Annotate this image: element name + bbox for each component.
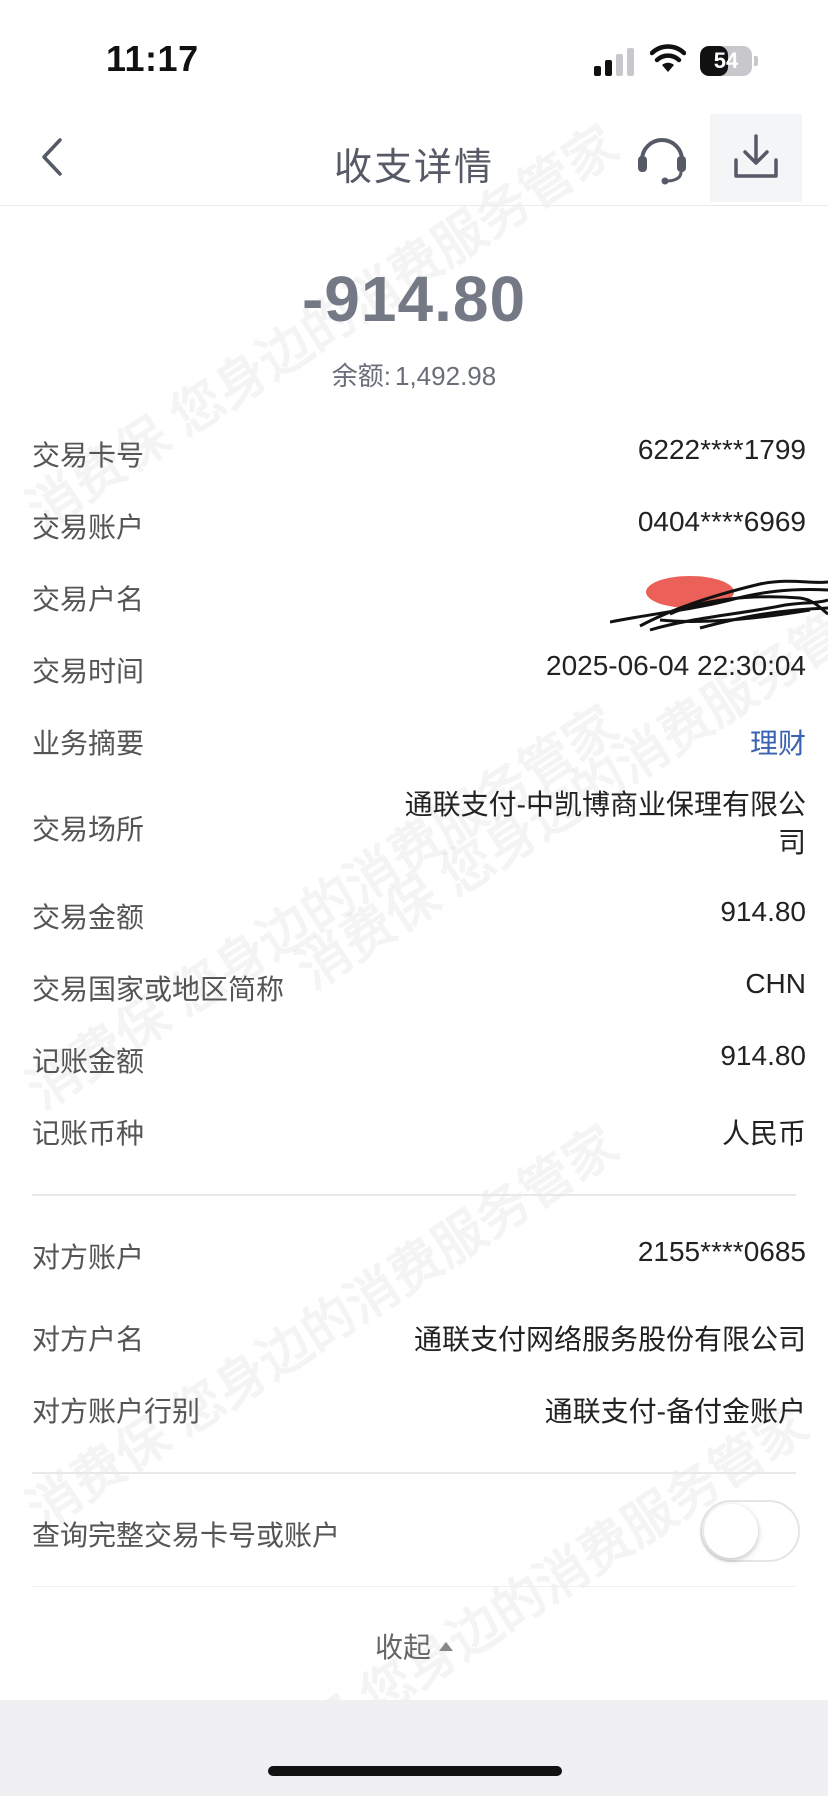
counterparty-label: 对方账户行别 [32,1396,201,1427]
battery-level: 54 [713,48,739,73]
collapse-button[interactable]: 收起 [0,1626,828,1666]
counterparty-value: 通联支付网络服务股份有限公司 [413,1324,806,1355]
business-type-link[interactable]: 理财 [750,722,806,762]
counterparty-row-name: 对方户名 通联支付网络服务股份有限公司 [32,1318,806,1358]
page-title: 收支详情 [333,147,494,189]
detail-value: 2025-06-04 22:30:04 [546,650,806,681]
section-divider [32,1586,796,1587]
detail-label: 记账币种 [32,1118,145,1149]
detail-value: 6222****1799 [637,434,806,465]
toggle-knob [704,1504,758,1558]
detail-label: 交易国家或地区简称 [32,974,285,1005]
transaction-amount: -914.80 [301,263,527,335]
detail-row-time: 交易时间 2025-06-04 22:30:04 [32,650,806,690]
detail-row-card-number: 交易卡号 6222****1799 [32,434,806,474]
wifi-icon [649,44,687,74]
detail-value: 914.80 [720,896,806,927]
detail-row-currency: 记账币种 人民币 [32,1112,806,1152]
detail-value: 0404****6969 [637,506,806,537]
signal-icon [594,48,636,76]
collapse-label: 收起 [374,1632,431,1663]
detail-row-summary: 业务摘要 理财 [32,722,806,762]
status-time: 11:17 [106,38,199,79]
detail-value: 人民币 [721,1118,806,1149]
query-full-number-row: 查询完整交易卡号或账户 [32,1514,806,1554]
bottom-bar [0,1700,828,1796]
detail-row-amount: 交易金额 914.80 [32,896,806,936]
detail-label: 交易卡号 [32,440,145,471]
counterparty-value: 通联支付-备付金账户 [544,1396,806,1427]
section-divider [32,1472,796,1474]
detail-label: 交易金额 [32,902,145,933]
detail-value: CHN [745,968,806,999]
balance-label: 余额: [331,361,391,391]
counterparty-label: 对方账户 [32,1242,145,1273]
transaction-detail-page: 消费保 您身边的消费服务管家 消费保 您身边的消费服务管家 消费保 您身边的消费… [0,0,828,1796]
detail-label: 记账金额 [32,1046,145,1077]
headset-icon [638,138,686,185]
counterparty-label: 对方户名 [32,1324,145,1355]
detail-value: 914.80 [720,1040,806,1071]
section-divider [32,1194,796,1196]
nav-bar: 收支详情 [0,110,828,206]
detail-label: 交易场所 [32,814,145,845]
detail-row-country: 交易国家或地区简称 CHN [32,968,806,1008]
status-bar: 11:17 54 [0,0,828,110]
detail-row-merchant: 交易场所 通联支付-中凯博商业保理有限公司 [32,786,806,866]
detail-label: 交易户名 [32,584,145,615]
query-full-number-toggle[interactable] [700,1500,800,1562]
counterparty-row-account: 对方账户 2155****0685 [32,1236,806,1276]
detail-row-account: 交易账户 0404****6969 [32,506,806,546]
battery-icon: 54 [700,46,758,76]
home-indicator[interactable] [268,1766,562,1776]
detail-label: 业务摘要 [32,728,145,759]
query-toggle-label: 查询完整交易卡号或账户 [32,1520,341,1551]
download-icon [734,134,778,178]
download-button[interactable] [710,114,802,202]
caret-up-icon [439,1642,453,1652]
detail-label: 交易账户 [32,512,145,543]
redaction-scribble [610,576,828,632]
customer-service-button[interactable] [632,128,692,188]
detail-label: 交易时间 [32,656,145,687]
detail-value: 通联支付-中凯博商业保理有限公司 [404,789,806,858]
detail-row-posted-amount: 记账金额 914.80 [32,1040,806,1080]
counterparty-row-bank: 对方账户行别 通联支付-备付金账户 [32,1390,806,1430]
balance-line: 余额: 1,492.98 [0,356,828,393]
balance-value: 1,492.98 [395,361,497,391]
counterparty-value: 2155****0685 [637,1236,806,1267]
